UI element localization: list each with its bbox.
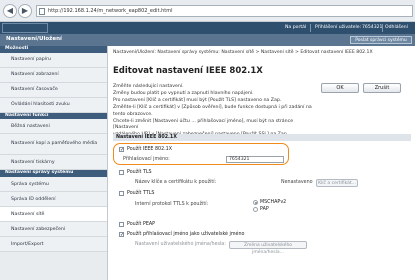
use-tls-label: Použít TLS — [127, 170, 152, 175]
description-line: tento obrazovce. — [113, 111, 153, 117]
login-name-label: Přihlašovací jméno: — [123, 157, 170, 162]
change-username-button[interactable]: Změna uživatelského jména/hesla... — [229, 241, 307, 255]
header-divider — [310, 24, 311, 32]
description-line: Změňte-li [Klíč a certifikát] v [Způsob … — [113, 104, 312, 110]
use-ieee-label: Použít IEEE 802.1X — [127, 147, 173, 152]
sidebar-group-title: Nastavení funkcí — [0, 112, 107, 120]
sidebar-item-system[interactable]: Správa systému — [0, 177, 107, 193]
ttls-pap-radio[interactable] — [253, 207, 258, 212]
sidebar-item-printer[interactable]: Nastavení tiskárny — [0, 155, 107, 171]
ttls-pap-label: PAP — [260, 207, 269, 212]
use-ieee-checkbox[interactable]: ✓ — [119, 147, 124, 153]
address-bar[interactable]: http://192.168.1.24/m_network_eap802_edi… — [36, 5, 413, 17]
key-cert-label: Název klíče a certifikátu k použití: — [135, 180, 217, 185]
use-ttls-label: Použít TTLS — [127, 191, 155, 196]
sidebar-item-import-export[interactable]: Import/Export — [0, 237, 107, 253]
login-name-field[interactable]: 7654321 — [226, 156, 284, 163]
logout-link[interactable]: Odhlášení — [385, 25, 408, 30]
login-user-label: Přihlášení uživatele: — [315, 25, 362, 30]
main-content: Nastavení/Uložení: Nastavení správy syst… — [108, 46, 415, 280]
key-cert-button[interactable]: Klíč a certifikát... — [316, 179, 358, 187]
sidebar-item-display[interactable]: Nastavení zobrazení — [0, 67, 107, 83]
logo — [2, 23, 48, 33]
sidebar-item-copy-memory[interactable]: Nastavení kopí a paměťového média — [0, 134, 107, 156]
forward-button[interactable]: ▶ — [18, 4, 32, 18]
description-line: Změňte následující nastavení. — [113, 84, 184, 89]
sidebar-item-paper[interactable]: Nastavení papíru — [0, 52, 107, 68]
portal-link[interactable]: Na portál — [285, 25, 306, 30]
sidebar-item-timer[interactable]: Nastavení časovače — [0, 82, 107, 98]
sidebar-item-dept-id[interactable]: Správa ID oddělení — [0, 192, 107, 208]
use-peap-checkbox[interactable] — [119, 222, 124, 227]
key-cert-value: Nenastaveno — [281, 180, 313, 185]
sidebar-group-title: Možnosti — [0, 46, 107, 53]
page-icon — [39, 8, 45, 15]
header-divider — [382, 24, 383, 32]
breadcrumb: Nastavení/Uložení: Nastavení správy syst… — [113, 50, 373, 55]
page-title: Editovat nastavení IEEE 802.1X — [113, 66, 263, 76]
username-label: Nastavení uživatelského jména/hesla: — [135, 242, 226, 247]
url-text: http://192.168.1.24/m_network_eap802_edi… — [48, 8, 173, 14]
browser-toolbar: ◀ ▶ http://192.168.1.24/m_network_eap802… — [0, 0, 415, 22]
description-line: Chcete-li změnit [Nastavení účtu ... při… — [113, 118, 294, 131]
use-ttls-checkbox[interactable] — [119, 191, 124, 196]
ttls-protocol-label: Interní protokol TTLS k použití: — [135, 202, 209, 207]
ttls-mschapv2-radio[interactable] — [253, 200, 258, 205]
use-tls-checkbox[interactable] — [119, 170, 124, 175]
section-header: Nastavení IEEE 802.1X — [113, 134, 411, 141]
description: Změňte následující nastavení. Změny budo… — [113, 84, 318, 139]
back-button[interactable]: ◀ — [3, 4, 17, 18]
cancel-button[interactable]: Zrušit — [363, 83, 401, 93]
sidebar-item-common[interactable]: Běžná nastavení — [0, 119, 107, 135]
sidebar-item-security[interactable]: Nastavení zabezpečení — [0, 222, 107, 238]
description-line: Pro nastavení [Klíč a certifikát] musí b… — [113, 97, 282, 103]
section-title: Nastavení/Uložení — [6, 36, 62, 42]
mail-admin-button[interactable]: Poslat správci systému — [350, 36, 412, 44]
ok-button[interactable]: OK — [321, 83, 359, 93]
login-user-id: 7654321 — [362, 25, 383, 30]
sidebar-item-volume[interactable]: Ovládání hlasitosti zvuku — [0, 97, 107, 113]
use-peap-label: Použít PEAP — [127, 222, 156, 227]
sidebar-item-network[interactable]: Nastavení sítě — [0, 207, 107, 223]
sidebar: Možnosti Nastavení papíru Nastavení zobr… — [0, 46, 108, 280]
use-login-as-user-checkbox[interactable]: ✓ — [119, 232, 124, 238]
description-line: Změny budou platit po vypnutí a zapnutí … — [113, 90, 254, 96]
sidebar-group-title: Nastavení správy systému — [0, 170, 107, 178]
ttls-mschapv2-label: MSCHAPv2 — [260, 200, 287, 205]
use-login-as-user-label: Použít přihlašovací jméno jako uživatels… — [127, 232, 245, 237]
section-bar: Nastavení/Uložení Poslat správci systému — [0, 34, 415, 46]
top-header: Na portál Přihlášení uživatele: 7654321 … — [0, 22, 415, 34]
